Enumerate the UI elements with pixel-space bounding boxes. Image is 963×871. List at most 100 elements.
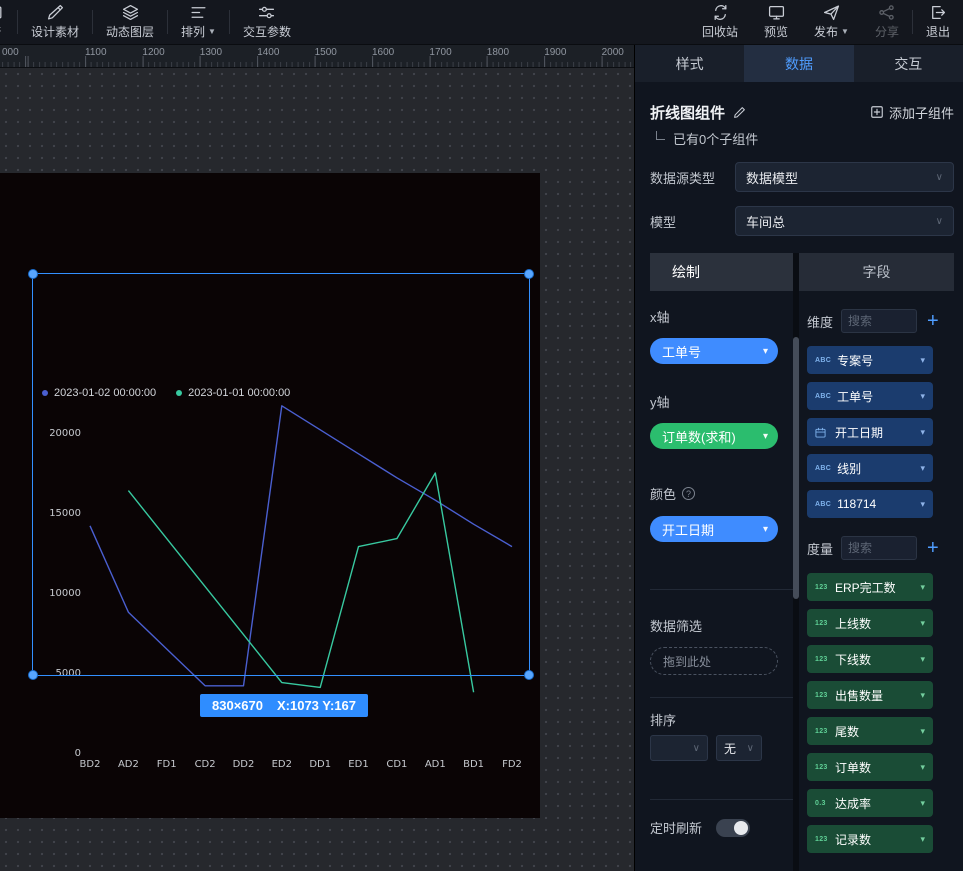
- preview-icon: [768, 4, 785, 21]
- toolbar-item-design-assets[interactable]: 设计素材: [18, 4, 92, 40]
- resize-handle-bottom-right[interactable]: [524, 670, 534, 680]
- dimension-field[interactable]: ABC专案号▾: [807, 346, 933, 374]
- exit-icon: [929, 4, 946, 21]
- caret-down-icon: ▼: [841, 27, 849, 36]
- edit-title-icon[interactable]: [733, 106, 746, 119]
- measure-search-input[interactable]: [841, 536, 917, 560]
- tab-style[interactable]: 样式: [635, 45, 744, 82]
- ruler-mark: 1400: [257, 47, 279, 58]
- add-dimension-icon[interactable]: +: [927, 312, 939, 330]
- design-canvas[interactable]: 2023-01-02 00:00:002023-01-01 00:00:00 0…: [0, 68, 634, 871]
- filter-dropzone[interactable]: 拖到此处: [650, 647, 778, 675]
- subtab-fields[interactable]: 字段: [799, 253, 954, 291]
- add-child-component-button[interactable]: 添加子组件: [870, 103, 954, 122]
- toolbar-item-label: 排列: [181, 23, 205, 40]
- dimension-search-input[interactable]: [841, 309, 917, 333]
- sort-mode-select[interactable]: 无 ∨: [716, 735, 762, 761]
- ruler-mark: 1100: [85, 47, 107, 58]
- dimension-field[interactable]: ABC118714▾: [807, 490, 933, 518]
- resize-handle-bottom-left[interactable]: [28, 670, 38, 680]
- y-axis-field-pill[interactable]: 订单数(求和) ▾: [650, 423, 778, 449]
- tab-data[interactable]: 数据: [744, 45, 853, 82]
- chevron-down-icon: ▾: [920, 762, 925, 773]
- field-name: 工单号: [837, 388, 914, 405]
- measure-field[interactable]: 123订单数▾: [807, 753, 933, 781]
- draw-field-subtabs: 绘制 字段: [650, 253, 954, 291]
- chevron-down-icon: ▾: [763, 524, 768, 535]
- toolbar-item-label: 分享: [875, 23, 899, 40]
- field-type-badge: ABC: [815, 393, 831, 400]
- chevron-down-icon: ∨: [936, 172, 943, 183]
- auto-refresh-toggle[interactable]: [716, 819, 750, 837]
- toggle-knob: [734, 821, 748, 835]
- chevron-down-icon: ▾: [920, 834, 925, 845]
- subtab-draw[interactable]: 绘制: [650, 253, 793, 291]
- ruler-mark: 1500: [315, 47, 337, 58]
- field-name: 记录数: [835, 831, 914, 848]
- chevron-down-icon: ▾: [763, 431, 768, 442]
- position-label: X:1073 Y:167: [277, 698, 356, 713]
- dimension-field[interactable]: 开工日期▾: [807, 418, 933, 446]
- resize-handle-top-left[interactable]: [28, 269, 38, 279]
- toolbar-item-label: 回收站: [702, 23, 738, 40]
- divider: [650, 589, 793, 590]
- field-name: 出售数量: [835, 687, 914, 704]
- measure-field[interactable]: 0.3达成率▾: [807, 789, 933, 817]
- canvas-column: 0001100120013001400150016001700180019002…: [0, 45, 635, 871]
- toolbar-item-recycle-bin[interactable]: 回收站: [689, 4, 751, 40]
- auto-refresh-label: 定时刷新: [650, 818, 702, 837]
- field-type-badge: 123: [815, 620, 829, 627]
- svg-text:0: 0: [75, 748, 81, 759]
- dimension-field[interactable]: ABC线别▾: [807, 454, 933, 482]
- toolbar-item-interaction-params[interactable]: 交互参数: [230, 4, 304, 40]
- svg-text:BD2: BD2: [80, 759, 101, 770]
- toolbar-item-dynamic-layers[interactable]: 动态图层: [93, 4, 167, 40]
- chevron-down-icon: ▾: [920, 690, 925, 701]
- toolbar-item-preview[interactable]: 预览: [751, 4, 801, 40]
- toolbar-item-assets[interactable]: 产: [0, 4, 17, 40]
- interaction-params-icon: [258, 4, 275, 21]
- scrollbar-thumb[interactable]: [793, 337, 799, 599]
- toolbar-item-exit[interactable]: 退出: [913, 4, 963, 40]
- chevron-down-icon: ▾: [920, 798, 925, 809]
- measure-field[interactable]: 123上线数▾: [807, 609, 933, 637]
- selection-box[interactable]: [32, 273, 530, 676]
- recycle-bin-icon: [712, 4, 729, 21]
- dimension-list: ABC专案号▾ ABC 工单号 ▾ 开工日期▾ ABC线别▾ ABC118714▾: [807, 346, 954, 518]
- toolbar-item-publish[interactable]: 发布▼: [801, 4, 862, 40]
- chevron-down-icon: ▾: [920, 391, 925, 402]
- toolbar-item-share[interactable]: 分享: [862, 4, 912, 40]
- resize-handle-top-right[interactable]: [524, 269, 534, 279]
- publish-icon: [823, 4, 840, 21]
- measure-field[interactable]: 123记录数▾: [807, 825, 933, 853]
- datasource-type-value: 数据模型: [746, 168, 798, 187]
- date-icon: [815, 427, 829, 438]
- measure-field[interactable]: 123下线数▾: [807, 645, 933, 673]
- chevron-down-icon: ∨: [747, 743, 754, 754]
- add-measure-icon[interactable]: +: [927, 539, 939, 557]
- measure-field[interactable]: 123出售数量▾: [807, 681, 933, 709]
- chevron-down-icon: ∨: [693, 743, 700, 754]
- panel-scrollbar[interactable]: [793, 291, 799, 871]
- field-name: 118714: [837, 497, 914, 511]
- tab-interaction[interactable]: 交互: [854, 45, 963, 82]
- model-select[interactable]: 车间总 ∨: [735, 206, 954, 236]
- field-name: 线别: [837, 460, 914, 477]
- color-field-pill[interactable]: 开工日期 ▾: [650, 516, 778, 542]
- chevron-down-icon: ▾: [920, 618, 925, 629]
- help-icon[interactable]: ?: [682, 487, 695, 500]
- add-child-icon: [870, 105, 884, 119]
- dimension-label: 维度: [807, 312, 833, 331]
- measure-field[interactable]: 123ERP完工数▾: [807, 573, 933, 601]
- toolbar-item-arrange[interactable]: 排列▼: [168, 4, 229, 40]
- dimension-field[interactable]: ABC 工单号 ▾: [807, 382, 933, 410]
- datasource-type-select[interactable]: 数据模型 ∨: [735, 162, 954, 192]
- measure-field[interactable]: 123尾数▾: [807, 717, 933, 745]
- sort-field-select[interactable]: ∨: [650, 735, 708, 761]
- ruler-mark: 1800: [487, 47, 509, 58]
- toolbar-left: 产设计素材动态图层排列▼交互参数: [0, 0, 304, 44]
- field-type-badge: 123: [815, 656, 829, 663]
- x-axis-field-pill[interactable]: 工单号 ▾: [650, 338, 778, 364]
- toolbar-item-label: 设计素材: [31, 23, 79, 40]
- toolbar-right: 回收站预览发布▼ 分享退出: [689, 0, 963, 44]
